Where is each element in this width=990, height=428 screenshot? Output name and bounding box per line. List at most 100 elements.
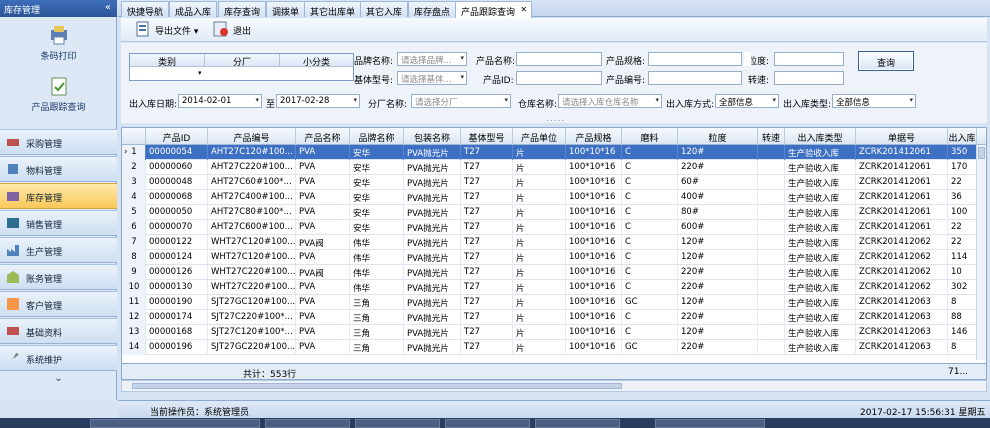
cell-brand: 安华 [350,220,404,235]
column-header-type[interactable]: 出入库类型 [785,128,856,145]
row-number-text: 6 [131,222,137,232]
column-header-doc[interactable]: 单据号 [856,128,948,145]
table-row[interactable]: 8 00000124 WHT27C120#100... PVA 伟华 PVA抛光片 T27 片… [122,250,977,265]
table-row[interactable]: 3 00000048 AHT27C60#100*... PVA 安华 PVA抛光片 T27 片… [122,175,977,190]
column-header-unit[interactable]: 产品单位 [513,128,566,145]
product-code-input[interactable] [648,71,742,85]
row-number: 11 [122,295,146,310]
tab-product-trace[interactable]: 产品跟踪查询 ✕ [455,1,533,18]
product-code-label: 产品编号: [606,76,646,86]
export-button[interactable]: 导出文件 ▾ [133,21,198,39]
column-header-grain[interactable]: 粒度 [678,128,758,145]
nav-label: 基础资料 [26,329,63,339]
cell-pack: PVA抛光片 [404,295,461,310]
nav-inventory[interactable]: 库存管理 [0,183,117,209]
date-to-picker[interactable]: 2017-02-28 ▾ [276,94,360,108]
table-row[interactable]: 2 00000060 AHT27C220#100... PVA 安华 PVA抛光片 T27 片… [122,160,977,175]
cell-base: T27 [461,220,513,235]
query-button[interactable]: 查询 [858,51,914,71]
nav-purchase[interactable]: 采购管理 [0,129,117,155]
nav-material[interactable]: 物料管理 [0,156,117,182]
table-row[interactable]: 11 00000190 SJT27GC120#100... PVA 三角 PVA抛光片 T2… [122,295,977,310]
column-header-speed[interactable]: 转速 [758,128,785,145]
column-header-spec[interactable]: 产品规格 [566,128,622,145]
tab-stock-query[interactable]: 库存查询 [218,1,267,18]
nav-sales[interactable]: 销售管理 [0,210,117,236]
tab-other-in[interactable]: 其它入库 [360,1,409,18]
cell-grain: 220# [678,280,758,295]
splitter-handle[interactable]: ..... [546,114,565,124]
column-header-id[interactable]: 产品ID [146,128,208,145]
factory-select[interactable]: 请选择分厂 ▾ [411,94,511,108]
table-row[interactable]: › 1 00000054 AHT27C120#100... PVA 安华 PVA抛光片 T27… [122,145,977,160]
taskbar-item[interactable] [355,419,440,428]
tab-transfer[interactable]: 调拨单 [266,1,306,18]
nav-system[interactable]: 系统维护 [0,345,117,371]
column-header-base[interactable]: 基体型号 [461,128,513,145]
row-number-text: 10 [128,282,140,292]
io-mode-select[interactable]: 全部信息 ▾ [715,94,779,108]
nav-production[interactable]: 生产管理 [0,237,117,263]
nav-customer[interactable]: 客户管理 [0,291,117,317]
column-header-qty[interactable]: 出入库 [948,128,977,145]
barcode-print-tool[interactable]: 条码打印 [0,24,117,62]
taskbar-item[interactable] [445,419,530,428]
product-trace-tool[interactable]: 产品跟踪查询 [0,75,117,113]
table-row[interactable]: 9 00000126 WHT27C220#100... PVA阀 伟华 PVA抛光片 T27… [122,265,977,280]
vertical-scrollbar[interactable] [976,145,986,360]
column-header-pack[interactable]: 包装名称 [404,128,461,145]
brand-select[interactable]: 请选择品牌... ▾ [397,52,467,66]
column-header-name[interactable]: 产品名称 [296,128,350,145]
horizontal-scrollbar[interactable] [121,380,987,392]
close-icon[interactable]: ✕ [520,5,527,14]
product-name-input[interactable] [516,52,602,66]
dropdown-icon[interactable]: ▾ [198,69,202,77]
nav-accounts[interactable]: 账务管理 [0,264,117,290]
exit-button[interactable]: 退出 [211,21,251,39]
warehouse-select[interactable]: 请选择入库仓库名称 ▾ [558,94,662,108]
cell-name: PVA [296,295,350,310]
table-row[interactable]: 4 00000068 AHT27C400#100... PVA 安华 PVA抛光片 T27 片… [122,190,977,205]
nav-basic-data[interactable]: 基础资料 [0,318,117,344]
date-from-picker[interactable]: 2014-02-01 ▾ [178,94,262,108]
base-model-select[interactable]: 请选择基体... ▾ [397,71,467,85]
table-row[interactable]: 6 00000070 AHT27C600#100... PVA 安华 PVA抛光片 T27 片… [122,220,977,235]
grain-input[interactable] [774,52,844,66]
cell-doc: ZCRK201412062 [856,280,948,295]
table-row[interactable]: 12 00000174 SJT27C220#100*... PVA 三角 PVA抛光片 T2… [122,310,977,325]
table-row[interactable]: 13 00000168 SJT27C120#100*... PVA 三角 PVA抛光片 T2… [122,325,977,340]
table-row[interactable]: 5 00000050 AHT27C80#100*... PVA 安华 PVA抛光片 T27 片… [122,205,977,220]
cell-doc: ZCRK201412062 [856,250,948,265]
speed-input[interactable] [774,71,844,85]
tab-quick-nav[interactable]: 快捷导航 [121,1,170,18]
tab-stocktake[interactable]: 库存盘点 [408,1,457,18]
scroll-thumb[interactable] [978,147,985,159]
io-type-select[interactable]: 全部信息 ▾ [832,94,916,108]
cell-pack: PVA抛光片 [404,325,461,340]
product-id-input[interactable] [516,71,602,85]
sales-icon [7,218,19,228]
cell-doc: ZCRK201412061 [856,145,948,160]
column-header-brand[interactable]: 品牌名称 [350,128,404,145]
collapse-icon[interactable]: « [105,2,111,13]
cell-qty: 100 [948,205,977,220]
taskbar-item[interactable] [90,419,260,428]
category-selector[interactable]: 类别 分厂 小分类 ▾ [129,53,354,81]
row-number-text: 9 [131,267,137,277]
column-header-abr[interactable]: 磨料 [622,128,678,145]
table-row[interactable]: 10 00000130 WHT27C220#100... PVA 伟华 PVA抛光片 T27… [122,280,977,295]
dropdown-icon: ▾ [460,54,464,62]
table-row[interactable]: 7 00000122 WHT27C120#100... PVA阀 伟华 PVA抛光片 T27… [122,235,977,250]
taskbar-item[interactable] [655,419,765,428]
tab-product-in[interactable]: 成品入库 [169,1,218,18]
table-row[interactable]: 14 00000196 SJT27GC220#100... PVA 三角 PVA抛光片 T2… [122,340,977,355]
tab-other-out[interactable]: 其它出库单 [304,1,362,18]
taskbar-item[interactable] [535,419,620,428]
cell-name: PVA [296,205,350,220]
product-spec-input[interactable] [648,52,742,66]
scroll-thumb[interactable] [132,383,622,389]
taskbar-item[interactable] [265,419,350,428]
column-header-code[interactable]: 产品编号 [208,128,296,145]
datetime-label: 2017-02-17 15:56:31 星期五 [860,408,986,418]
sidebar-expand-icon[interactable]: ⌄ [0,373,117,393]
